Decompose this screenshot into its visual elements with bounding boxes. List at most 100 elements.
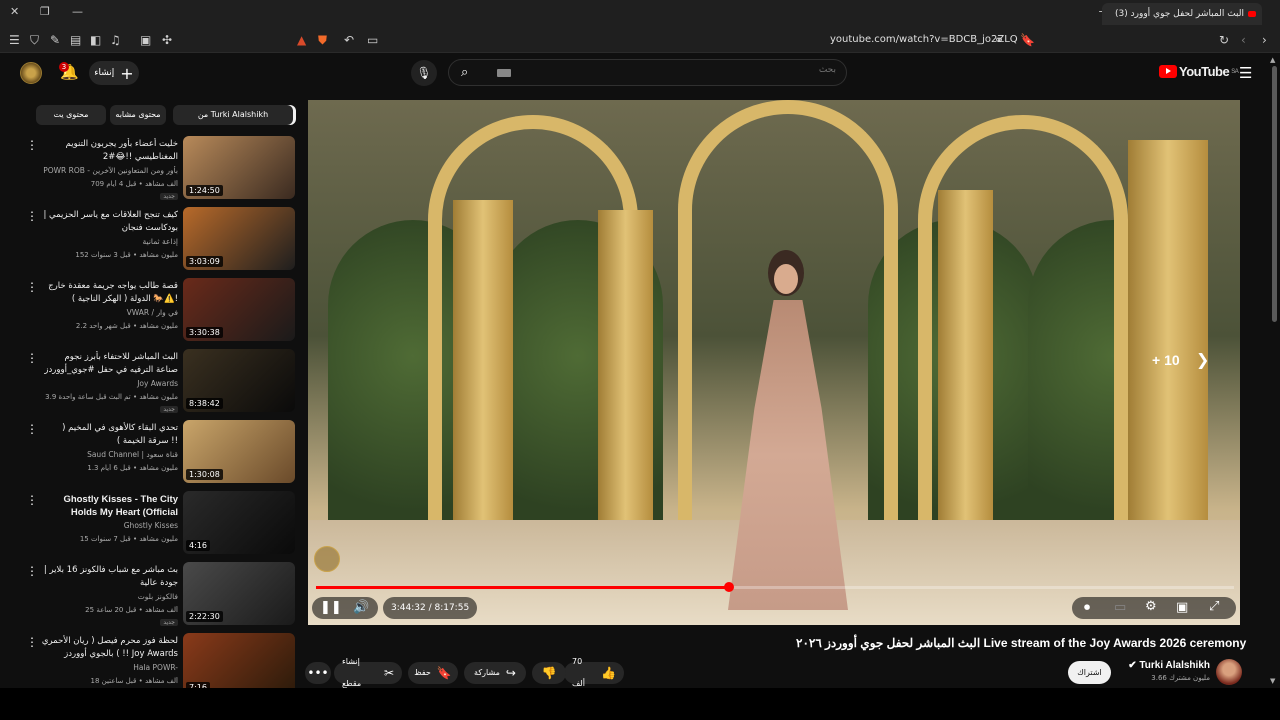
filter-chip[interactable]: محتوى يت: [36, 105, 106, 125]
recommendation-channel[interactable]: Ghostly Kisses: [40, 521, 178, 530]
recommendation-title[interactable]: كيف تنجح العلاقات مع ياسر الحزيمي | بودك…: [40, 209, 178, 235]
bookmark-icon[interactable]: 🔖: [1020, 33, 1035, 47]
recommendation-item[interactable]: 1:30:08 تحدي البقاء كالأهوى في المخيم ( س…: [0, 420, 300, 488]
more-vertical-icon[interactable]: ⋮: [26, 138, 38, 152]
address-bar[interactable]: youtube.com/watch?v=BDCB_jo2ZLQ: [830, 34, 1018, 45]
settings-gear-icon[interactable]: ⚙: [1145, 599, 1157, 614]
video-thumbnail[interactable]: 4:16: [183, 491, 295, 554]
recommendation-channel[interactable]: إذاعة ثمانية: [40, 237, 178, 246]
back-icon[interactable]: ‹: [1241, 33, 1246, 47]
more-vertical-icon[interactable]: ⋮: [26, 493, 38, 507]
recommendation-title[interactable]: قصة طالب يواجه جريمة معقدة خارج الدولة (…: [40, 280, 178, 306]
voice-search-mic-icon[interactable]: 🎙: [411, 60, 437, 86]
recommendation-item[interactable]: 2:22:30 بث مباشر مع شباب فالكونز 16 بلاير…: [0, 562, 300, 630]
brave-shield-icon[interactable]: ⛊: [318, 33, 327, 48]
maximize-window-icon[interactable]: ❐: [40, 5, 50, 18]
progress-bar[interactable]: [316, 582, 1234, 592]
recommendation-item[interactable]: 7:16 لحظة فوز محرم فيصل ( ريان الأحمري ) …: [0, 633, 300, 688]
menu-icon[interactable]: ☰: [9, 33, 20, 47]
more-vertical-icon[interactable]: ⋮: [26, 351, 38, 365]
clip-button[interactable]: إنشاء مقطع ✂: [334, 657, 402, 688]
create-button[interactable]: إنشاء +: [89, 61, 139, 85]
guide-menu-icon[interactable]: ☰: [1239, 64, 1252, 82]
recommendation-title[interactable]: بث مباشر مع شباب فالكونز 16 بلاير | جودة…: [40, 564, 178, 590]
video-thumbnail[interactable]: 8:38:42: [183, 349, 295, 412]
recommendation-title[interactable]: تحدي البقاء كالأهوى في المخيم ( سرقة الخ…: [40, 422, 178, 448]
recommendation-title[interactable]: Ghostly Kisses - The City Holds My Heart…: [40, 493, 178, 520]
recommendation-channel[interactable]: POWR ROB - بأور ومن المتعاونين الآخرين: [40, 166, 178, 175]
forward-icon[interactable]: ›: [1262, 33, 1267, 47]
autoplay-toggle-icon[interactable]: ⏺: [1084, 600, 1090, 615]
scroll-up-icon[interactable]: ▲: [1270, 56, 1275, 64]
like-button[interactable]: 70 ألف 👍: [564, 657, 624, 688]
recommendation-item[interactable]: 3:03:09 كيف تنجح العلاقات مع ياسر الحزيمي…: [0, 207, 300, 275]
recommendation-channel[interactable]: Joy Awards: [40, 379, 178, 388]
more-vertical-icon[interactable]: ⋮: [26, 564, 38, 578]
pause-icon[interactable]: ❚❚: [320, 600, 342, 615]
chevron-right-icon[interactable]: ❯: [1196, 350, 1209, 369]
video-thumbnail[interactable]: 3:03:09: [183, 207, 295, 270]
search-input[interactable]: [536, 65, 836, 75]
more-actions-button[interactable]: •••: [305, 662, 331, 684]
shield-icon[interactable]: ⛉: [30, 33, 39, 48]
skip-forward-label[interactable]: + 10: [1152, 352, 1180, 368]
recommendation-title[interactable]: خليت أعضاء بأور يجربون التنويم المغناطيس…: [40, 138, 178, 164]
reader-icon[interactable]: ▭: [367, 33, 378, 47]
brave-rewards-icon[interactable]: ▲: [297, 33, 306, 47]
link-icon[interactable]: ⚭: [994, 33, 1004, 47]
video-thumbnail[interactable]: 1:24:50: [183, 136, 295, 199]
recommendation-item[interactable]: 3:30:38 قصة طالب يواجه جريمة معقدة خارج ا…: [0, 278, 300, 346]
more-vertical-icon[interactable]: ⋮: [26, 422, 38, 436]
filter-chip[interactable]: من Turki Alalshikh: [173, 105, 293, 125]
notification-badge: 3: [59, 62, 69, 72]
scroll-thumb[interactable]: [1272, 66, 1277, 322]
page-scrollbar[interactable]: ▲ ▼: [1270, 56, 1278, 688]
close-window-icon[interactable]: ✕: [10, 5, 19, 18]
channel-name[interactable]: ✔ Turki Alalshikh: [1128, 660, 1210, 671]
save-button[interactable]: حفظ 🔖: [408, 662, 458, 684]
more-vertical-icon[interactable]: ⋮: [26, 209, 38, 223]
channel-watermark[interactable]: [314, 546, 340, 572]
puzzle-icon[interactable]: ✣: [162, 33, 172, 47]
reload-icon[interactable]: ↻: [1219, 33, 1229, 47]
more-vertical-icon[interactable]: ⋮: [26, 280, 38, 294]
video-thumbnail[interactable]: 7:16: [183, 633, 295, 688]
miniplayer-icon[interactable]: ▣: [1176, 600, 1188, 615]
recommendation-item[interactable]: 8:38:42 البث المباشر للاحتفاء بأبرز نجوم …: [0, 349, 300, 417]
volume-icon[interactable]: 🔊: [353, 600, 369, 615]
account-avatar[interactable]: [20, 62, 42, 84]
recommendation-item[interactable]: 1:24:50 خليت أعضاء بأور يجربون التنويم ال…: [0, 136, 300, 204]
filter-chip[interactable]: محتوى مشابه: [110, 105, 166, 125]
search-icon[interactable]: ⌕: [461, 65, 468, 80]
recommendation-channel[interactable]: VWAR / في وار: [40, 308, 178, 317]
search-bar[interactable]: ⌕: [448, 59, 847, 86]
channel-avatar[interactable]: [1216, 659, 1242, 685]
subtitles-icon[interactable]: ▭: [1114, 600, 1126, 615]
recommendation-title[interactable]: لحظة فوز محرم فيصل ( ريان الأحمري ) بالج…: [40, 635, 178, 662]
more-vertical-icon[interactable]: ⋮: [26, 635, 38, 649]
video-thumbnail[interactable]: 3:30:38: [183, 278, 295, 341]
recommendation-item[interactable]: 4:16 Ghostly Kisses - The City Holds My H…: [0, 491, 300, 559]
sidebar-icon[interactable]: ◧: [90, 33, 101, 47]
music-icon[interactable]: ♫: [110, 33, 121, 47]
extensions-icon[interactable]: ✎: [50, 33, 60, 47]
dislike-button[interactable]: 👎: [532, 662, 566, 684]
recommendation-channel[interactable]: Hala POWR-: [40, 663, 178, 672]
recommendation-title[interactable]: البث المباشر للاحتفاء بأبرز نجوم صناعة ا…: [40, 351, 178, 378]
video-thumbnail[interactable]: 2:22:30: [183, 562, 295, 625]
subscribe-button[interactable]: اشتراك: [1068, 661, 1111, 684]
fullscreen-icon[interactable]: ⤢: [1209, 599, 1219, 614]
share-button[interactable]: مشاركة ↪: [464, 662, 526, 684]
video-thumbnail[interactable]: 1:30:08: [183, 420, 295, 483]
browser-tab[interactable]: (3) البث المباشر لحفل جوي أوورد: [1102, 3, 1262, 25]
keyboard-icon[interactable]: [497, 69, 511, 77]
minimize-window-icon[interactable]: —: [72, 5, 83, 18]
video-player[interactable]: [308, 100, 1240, 625]
recommendation-channel[interactable]: Saud Channel | قناة سعود: [40, 450, 178, 459]
youtube-logo[interactable]: YouTube SA: [1159, 64, 1239, 79]
undo-icon[interactable]: ↶: [344, 33, 354, 47]
tabs-icon[interactable]: ▤: [70, 33, 81, 47]
screenshot-icon[interactable]: ▣: [140, 33, 151, 47]
recommendation-channel[interactable]: فالكونز بلوت: [40, 592, 178, 601]
scroll-down-icon[interactable]: ▼: [1270, 677, 1275, 685]
